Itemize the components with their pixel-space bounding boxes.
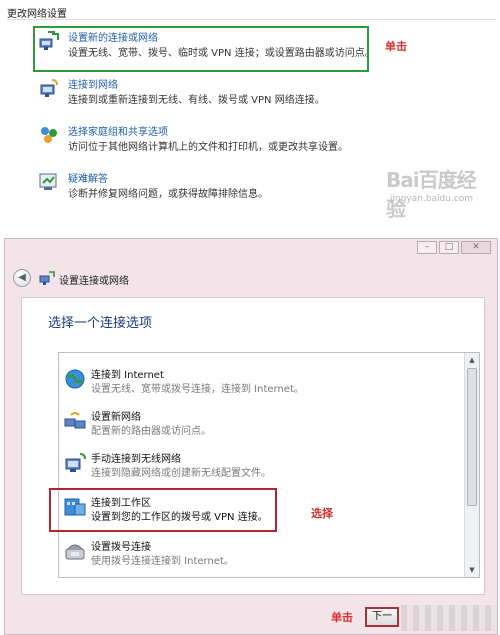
option-title: 设置拨号连接	[91, 542, 151, 553]
highlight-box-green	[33, 26, 369, 72]
wizard-window: – □ ✕ ◀ 设置连接或网络 选择一个连接选项 连接到 Internet 设置…	[4, 238, 498, 635]
wizard-titlebar: ◀ 设置连接或网络	[13, 269, 483, 289]
connection-options-list: 连接到 Internet 设置无线、宽带或拨号连接，连接到 Internet。 …	[58, 352, 480, 578]
connect-network-icon	[40, 79, 58, 97]
option-desc: 使用拨号连接连接到 Internet。	[91, 556, 234, 567]
troubleshoot-icon	[39, 173, 57, 190]
dialup-phone-icon	[65, 544, 85, 560]
highlight-box-red	[49, 488, 277, 532]
minimize-button[interactable]: –	[417, 241, 437, 254]
close-button[interactable]: ✕	[461, 241, 491, 254]
option-dialup[interactable]: 设置拨号连接 使用拨号连接连接到 Internet。	[61, 535, 463, 575]
wizard-content: 选择一个连接选项 连接到 Internet 设置无线、宽带或拨号连接，连接到 I…	[21, 297, 485, 595]
page-heading: 选择一个连接选项	[48, 316, 153, 331]
window-title: 设置连接或网络	[59, 276, 129, 287]
section-title: 更改网络设置	[7, 9, 67, 20]
task-link[interactable]: 连接到网络	[68, 76, 118, 91]
scroll-thumb[interactable]	[467, 368, 477, 506]
back-arrow-icon[interactable]: ◀	[13, 269, 31, 287]
baidu-watermark: Bai百度经验 jingyan.baidu.com	[386, 164, 486, 221]
task-desc: 连接到或重新连接到无线、有线、拨号或 VPN 网络连接。	[68, 95, 325, 106]
annotation-select: 选择	[311, 507, 333, 520]
maximize-button[interactable]: □	[439, 241, 459, 254]
option-manual-wireless[interactable]: 手动连接到无线网络 连接到隐藏网络或创建新无线配置文件。	[61, 447, 463, 487]
option-title: 手动连接到无线网络	[91, 454, 181, 465]
window-controls: – □ ✕	[417, 241, 491, 254]
network-settings-panel: 更改网络设置 设置新的连接或网络 设置无线、宽带、拨号、临时或 VPN 连接；或…	[0, 0, 500, 225]
annotation-click-next: 单击	[331, 611, 353, 624]
option-connect-internet[interactable]: 连接到 Internet 设置无线、宽带或拨号连接，连接到 Internet。	[61, 363, 463, 403]
new-network-icon	[64, 412, 86, 429]
task-link[interactable]: 选择家庭组和共享选项	[68, 123, 168, 138]
scroll-up-icon[interactable]: ▲	[465, 353, 479, 367]
section-divider	[7, 19, 496, 20]
options-scrollbar[interactable]: ▲ ▼	[464, 353, 479, 577]
option-desc: 设置无线、宽带或拨号连接，连接到 Internet。	[91, 384, 304, 395]
task-link[interactable]: 疑难解答	[68, 170, 108, 185]
task-desc: 访问位于其他网络计算机上的文件和打印机，或更改共享设置。	[68, 142, 348, 153]
homegroup-icon	[41, 127, 57, 143]
annotation-click-top: 单击	[385, 40, 407, 53]
network-setup-icon	[39, 271, 55, 285]
next-button[interactable]: 下一	[365, 607, 399, 627]
watermark-text: Bai百度经验	[386, 168, 477, 221]
blurred-region	[401, 605, 497, 631]
internet-globe-icon	[65, 369, 85, 389]
option-setup-new-network[interactable]: 设置新网络 配置新的路由器或访问点。	[61, 405, 463, 445]
watermark-url: jingyan.baidu.com	[390, 194, 474, 204]
scroll-down-icon[interactable]: ▼	[465, 563, 479, 577]
option-desc: 连接到隐藏网络或创建新无线配置文件。	[91, 468, 271, 479]
option-title: 连接到 Internet	[91, 370, 164, 381]
wireless-computer-icon	[65, 453, 86, 472]
option-desc: 配置新的路由器或访问点。	[91, 426, 211, 437]
task-desc: 诊断并修复网络问题，或获得故障排除信息。	[68, 189, 268, 200]
option-title: 设置新网络	[91, 412, 141, 423]
